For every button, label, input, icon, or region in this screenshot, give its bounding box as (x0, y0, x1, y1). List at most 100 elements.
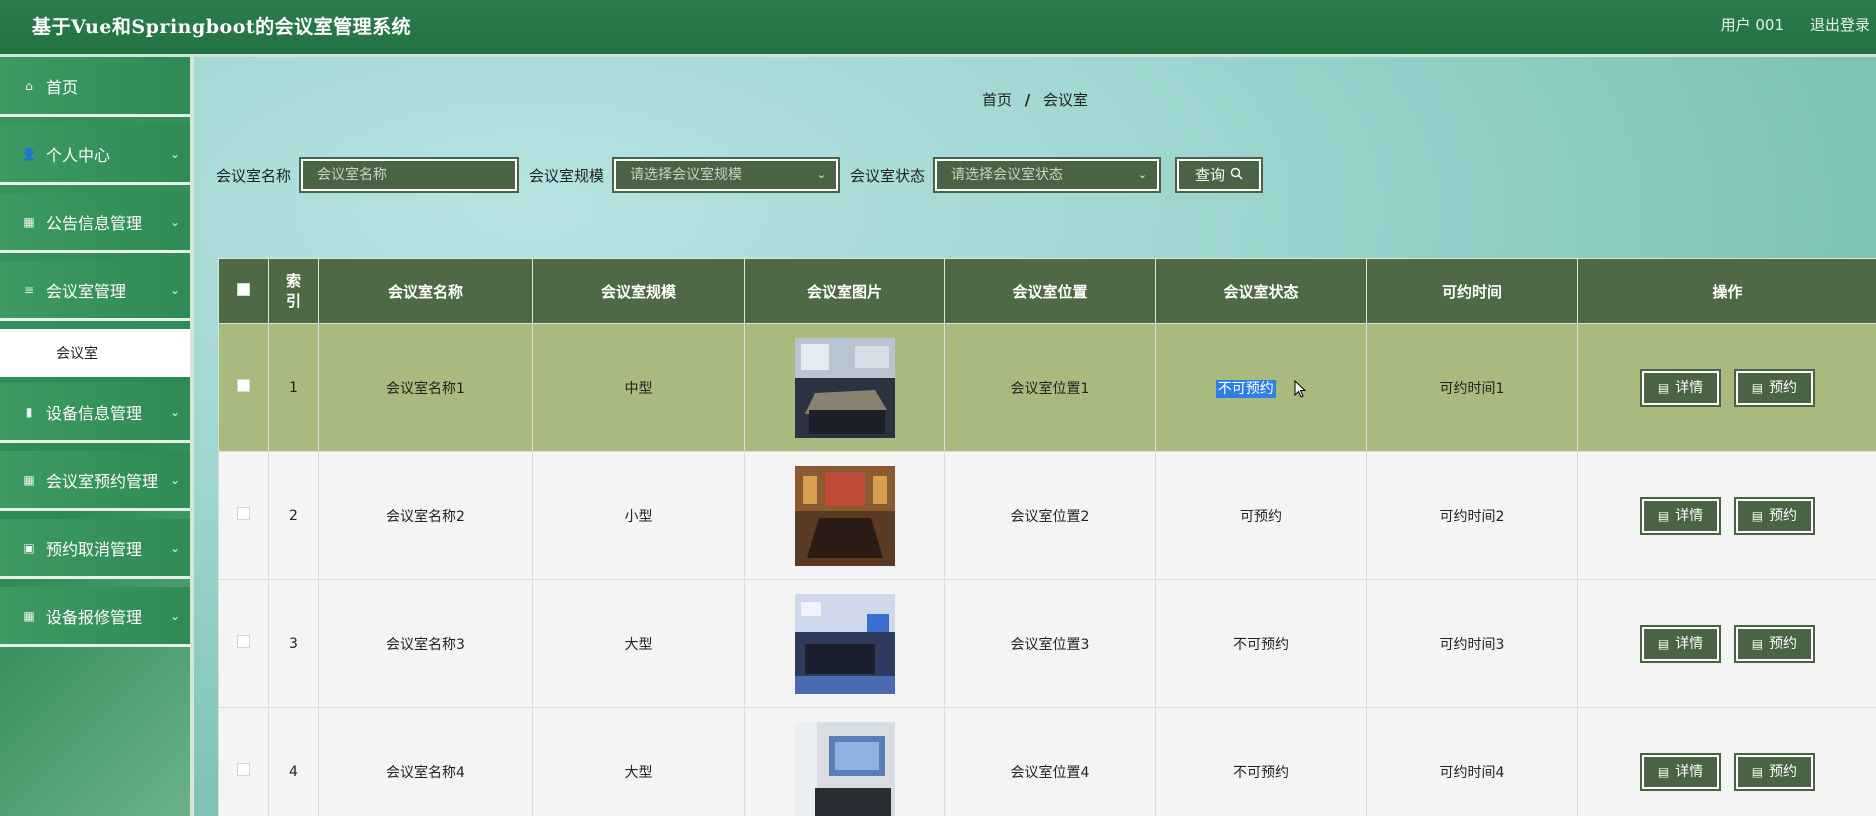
select-all-checkbox[interactable] (237, 283, 250, 296)
sidebar-item-room-management[interactable]: ≡ 会议室管理 ⌄ (0, 261, 190, 321)
grid-icon: ▦ (23, 214, 35, 229)
scale-cell: 小型 (532, 451, 745, 580)
breadcrumb-home[interactable]: 首页 (982, 91, 1012, 109)
sidebar-item-label: 设备报修管理 (46, 607, 143, 627)
status-cell: 可预约 (1155, 451, 1367, 580)
column-header: 操作 (1577, 258, 1876, 324)
row-checkbox[interactable] (237, 635, 250, 648)
column-header: 会议室名称 (318, 258, 533, 324)
grid-icon: ▦ (23, 608, 35, 623)
index-header-text: 索引 (285, 272, 301, 310)
mouse-cursor-icon (1294, 379, 1307, 398)
location-cell: 会议室位置3 (944, 579, 1156, 708)
logout-link[interactable]: 退出登录 (1810, 14, 1870, 35)
breadcrumb-current: 会议室 (1043, 91, 1089, 109)
detail-button-label: 详情 (1675, 635, 1704, 652)
document-icon: ▤ (1751, 508, 1764, 523)
home-icon: ⌂ (25, 78, 33, 93)
image-cell (744, 579, 945, 708)
detail-button[interactable]: ▤ 详情 (1639, 624, 1722, 663)
table-row[interactable]: 3 会议室名称3 大型 会议室位置3 不可预约 可约时间3 ▤ 详情 ▤ 预约 (218, 579, 1876, 708)
sidebar-item-personal-center[interactable]: 👤 个人中心 ⌄ (0, 125, 190, 185)
chevron-down-icon: ⌄ (169, 473, 180, 487)
document-icon: ▤ (1751, 380, 1764, 395)
user-name: 用户 001 (1720, 16, 1784, 34)
menu-icon: ≡ (23, 282, 35, 297)
scale-select-placeholder: 请选择会议室规模 (630, 167, 743, 183)
status-cell: 不可预约 (1155, 579, 1367, 708)
table-header-row: 索引 会议室名称 会议室规模 会议室图片 会议室位置 会议室状态 可约时间 操作 (218, 258, 1876, 324)
scale-cell: 中型 (532, 323, 745, 452)
row-checkbox[interactable] (237, 379, 250, 392)
table-row[interactable]: 1 会议室名称1 中型 会议室位置1 不可预约 可约时间1 ▤ 详情 ▤ 预约 (218, 323, 1876, 452)
room-name-input[interactable]: 会议室名称 (299, 157, 520, 193)
sidebar-item-label: 个人中心 (46, 145, 111, 165)
detail-button[interactable]: ▤ 详情 (1639, 496, 1722, 535)
row-checkbox[interactable] (237, 763, 250, 776)
column-header: 会议室状态 (1155, 258, 1367, 324)
sidebar-item-home[interactable]: ⌂ 首页 (0, 57, 190, 117)
sidebar-item-reservation[interactable]: ▦ 会议室预约管理 ⌄ (0, 451, 190, 511)
location-cell: 会议室位置4 (944, 707, 1156, 816)
room-scale-select[interactable]: 请选择会议室规模 ⌄ (612, 157, 841, 193)
status-cell: 不可预约 (1155, 323, 1367, 452)
row-checkbox-cell (218, 451, 269, 580)
actions-cell: ▤ 详情 ▤ 预约 (1577, 579, 1876, 708)
image-cell (744, 323, 945, 452)
sidebar-item-label: 预约取消管理 (46, 539, 143, 559)
scale-cell: 大型 (532, 707, 745, 816)
row-checkbox[interactable] (237, 507, 250, 520)
reserve-button[interactable]: ▤ 预约 (1733, 624, 1816, 663)
location-cell: 会议室位置1 (944, 323, 1156, 452)
index-cell: 1 (268, 323, 319, 452)
row-checkbox-cell (218, 323, 269, 452)
reserve-button[interactable]: ▤ 预约 (1733, 752, 1816, 791)
search-icon (1230, 166, 1243, 184)
search-button[interactable]: 查询 (1175, 157, 1263, 193)
column-header: 索引 (268, 258, 319, 324)
main-content: 首页 / 会议室 会议室名称 会议室名称 会议室规模 请选择会议室规模 ⌄ 会议… (194, 57, 1876, 816)
scale-cell: 大型 (532, 579, 745, 708)
chevron-down-icon: ⌄ (169, 283, 180, 297)
sidebar-item-label: 公告信息管理 (46, 213, 143, 233)
sidebar-item-equipment[interactable]: ▮ 设备信息管理 ⌄ (0, 383, 190, 443)
sidebar-subitem-room[interactable]: 会议室 (0, 329, 190, 377)
column-header: 可约时间 (1366, 258, 1578, 324)
name-cell: 会议室名称1 (318, 323, 533, 452)
table-row[interactable]: 2 会议室名称2 小型 会议室位置2 可预约 可约时间2 ▤ 详情 ▤ 预约 (218, 451, 1876, 580)
sidebar-item-label: 会议室管理 (46, 281, 127, 301)
reserve-button-label: 预约 (1769, 379, 1798, 396)
column-header: 会议室规模 (532, 258, 745, 324)
detail-button-label: 详情 (1675, 507, 1704, 524)
reserve-button[interactable]: ▤ 预约 (1733, 496, 1816, 535)
clipboard-icon: ▣ (23, 540, 35, 555)
search-button-label: 查询 (1195, 166, 1226, 184)
reserve-button-label: 预约 (1769, 763, 1798, 780)
sidebar-item-cancel[interactable]: ▣ 预约取消管理 ⌄ (0, 519, 190, 579)
sidebar-item-notice[interactable]: ▦ 公告信息管理 ⌄ (0, 193, 190, 253)
room-thumbnail (794, 593, 895, 694)
breadcrumb-separator: / (1024, 91, 1031, 109)
detail-button[interactable]: ▤ 详情 (1639, 752, 1722, 791)
chevron-down-icon: ⌄ (169, 609, 180, 623)
sidebar: ⌂ 首页 👤 个人中心 ⌄ ▦ 公告信息管理 ⌄ ≡ 会议室管理 ⌄ 会议室 ▮… (0, 57, 194, 816)
index-cell: 4 (268, 707, 319, 816)
row-checkbox-cell (218, 707, 269, 816)
image-cell (744, 451, 945, 580)
actions-cell: ▤ 详情 ▤ 预约 (1577, 707, 1876, 816)
reserve-button[interactable]: ▤ 预约 (1733, 368, 1816, 407)
scale-filter-label: 会议室规模 (529, 166, 605, 185)
detail-button[interactable]: ▤ 详情 (1639, 368, 1722, 407)
name-cell: 会议室名称4 (318, 707, 533, 816)
table-row[interactable]: 4 会议室名称4 大型 会议室位置4 不可预约 可约时间4 ▤ 详情 ▤ 预约 (218, 707, 1876, 816)
column-header: 会议室位置 (944, 258, 1156, 324)
room-status-select[interactable]: 请选择会议室状态 ⌄ (933, 157, 1162, 193)
room-thumbnail (794, 337, 895, 438)
column-header: 会议室图片 (744, 258, 945, 324)
chevron-down-icon: ⌄ (816, 168, 827, 181)
sidebar-item-repair[interactable]: ▦ 设备报修管理 ⌄ (0, 587, 190, 647)
name-cell: 会议室名称2 (318, 451, 533, 580)
name-filter-label: 会议室名称 (216, 166, 292, 185)
sidebar-item-label: 首页 (46, 77, 79, 97)
bars-icon: ▮ (25, 404, 33, 419)
